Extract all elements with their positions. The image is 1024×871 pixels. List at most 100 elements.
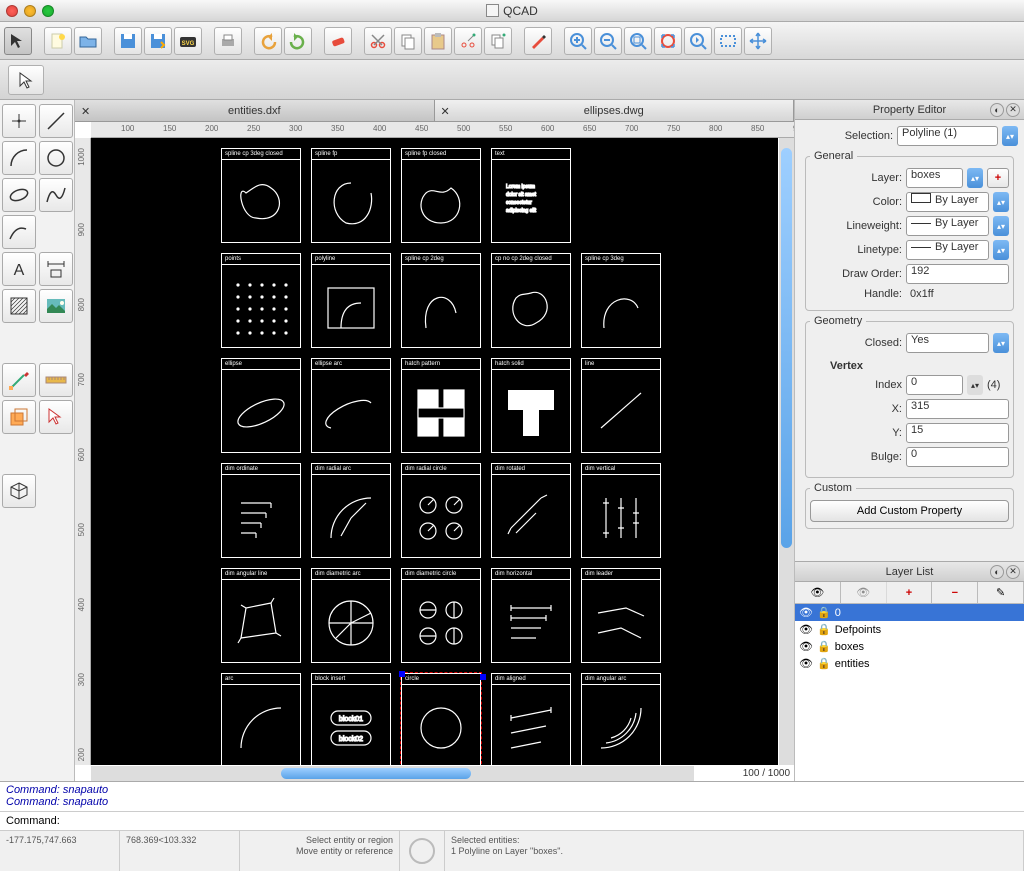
copy-ref-button[interactable] (484, 27, 512, 55)
add-layer-button[interactable]: + (987, 168, 1009, 188)
show-all-layers-button[interactable]: 👁 (795, 582, 841, 603)
draft-mode-button[interactable] (524, 27, 552, 55)
print-button[interactable] (214, 27, 242, 55)
lock-icon[interactable]: 🔒 (817, 640, 831, 653)
color-dropdown[interactable]: By Layer (906, 192, 989, 212)
dimension-tool[interactable] (39, 252, 73, 286)
horizontal-scrollbar[interactable] (91, 766, 694, 781)
export-svg-button[interactable]: SVG (174, 27, 202, 55)
entity-ellipse[interactable]: ellipse (221, 358, 301, 453)
lock-icon[interactable]: 🔒 (817, 606, 831, 619)
layer-row[interactable]: 👁🔒Defpoints (795, 621, 1024, 638)
panel-detach-icon[interactable]: ◐ (990, 103, 1004, 117)
cut-button[interactable] (364, 27, 392, 55)
entity-line[interactable]: line (581, 358, 661, 453)
modify-tool[interactable] (2, 363, 36, 397)
hatch-tool[interactable] (2, 289, 36, 323)
entity-dim-ordinate[interactable]: dim ordinate (221, 463, 301, 558)
save-as-button[interactable] (144, 27, 172, 55)
undo-button[interactable] (254, 27, 282, 55)
entity-points[interactable]: points (221, 253, 301, 348)
entity-dim-radial-circle[interactable]: dim radial circle (401, 463, 481, 558)
selection-dropdown[interactable]: Polyline (1) (897, 126, 998, 146)
select-tool[interactable] (39, 400, 73, 434)
entity-block-insert[interactable]: block insertblock01block02 (311, 673, 391, 765)
vertical-scrollbar[interactable] (779, 138, 794, 765)
bulge-field[interactable]: 0 (906, 447, 1009, 467)
line-tool[interactable] (39, 104, 73, 138)
spline-tool[interactable] (39, 178, 73, 212)
lock-icon[interactable]: 🔒 (817, 657, 831, 670)
tab-entities[interactable]: ✕ entities.dxf (75, 100, 435, 121)
y-field[interactable]: 15 (906, 423, 1009, 443)
entity-dim-horizontal[interactable]: dim horizontal (491, 568, 571, 663)
entity-dim-angular-line[interactable]: dim angular line (221, 568, 301, 663)
edit-layer-button[interactable]: ✎ (978, 582, 1024, 603)
entity-ellipse-arc[interactable]: ellipse arc (311, 358, 391, 453)
open-file-button[interactable] (74, 27, 102, 55)
entity-text[interactable]: textLorem ipsumdolor sit ametconsectetur… (491, 148, 571, 243)
entity-cp-no-cp-2deg-closed[interactable]: cp no cp 2deg closed (491, 253, 571, 348)
eye-icon[interactable]: 👁 (799, 657, 813, 670)
entity-spline-cp-3deg-closed[interactable]: spline cp 3deg closed (221, 148, 301, 243)
entity-polyline[interactable]: polyline (311, 253, 391, 348)
entity-dim-angular-arc[interactable]: dim angular arc (581, 673, 661, 765)
measure-tool[interactable] (39, 363, 73, 397)
zoom-window-button[interactable] (714, 27, 742, 55)
add-layer-button[interactable]: + (887, 582, 933, 603)
layer-row[interactable]: 👁🔒0 (795, 604, 1024, 621)
entity-arc[interactable]: arc (221, 673, 301, 765)
dropdown-arrows-icon[interactable]: ▴▾ (1002, 126, 1018, 146)
panel-close-icon[interactable]: ✕ (1006, 565, 1020, 579)
entity-spline-cp-2deg[interactable]: spline cp 2deg (401, 253, 481, 348)
reset-tool-button[interactable] (4, 27, 32, 55)
entity-dim-aligned[interactable]: dim aligned (491, 673, 571, 765)
entity-spline-fp[interactable]: spline fp (311, 148, 391, 243)
lineweight-dropdown[interactable]: By Layer (906, 216, 989, 236)
command-input[interactable]: Command: (0, 812, 1024, 831)
zoom-auto-button[interactable] (624, 27, 652, 55)
entity-hatch-pattern[interactable]: hatch pattern (401, 358, 481, 453)
eye-icon[interactable]: 👁 (799, 640, 813, 653)
eye-icon[interactable]: 👁 (799, 623, 813, 636)
lock-icon[interactable]: 🔒 (817, 623, 831, 636)
copy-button[interactable] (394, 27, 422, 55)
remove-layer-button[interactable]: − (932, 582, 978, 603)
zoom-in-button[interactable] (564, 27, 592, 55)
entity-circle[interactable]: circle (401, 673, 481, 765)
pan-button[interactable] (744, 27, 772, 55)
text-tool[interactable]: A (2, 252, 36, 286)
layer-row[interactable]: 👁🔒entities (795, 655, 1024, 672)
zoom-selection-button[interactable] (654, 27, 682, 55)
entity-dim-diametric-arc[interactable]: dim diametric arc (311, 568, 391, 663)
point-tool[interactable] (2, 104, 36, 138)
image-tool[interactable] (39, 289, 73, 323)
eye-icon[interactable]: 👁 (799, 606, 813, 619)
save-button[interactable] (114, 27, 142, 55)
closed-dropdown[interactable]: Yes (906, 333, 989, 353)
index-field[interactable]: 0 (906, 375, 963, 395)
layer-dropdown[interactable]: boxes (906, 168, 963, 188)
entity-dim-rotated[interactable]: dim rotated (491, 463, 571, 558)
draworder-field[interactable]: 192 (906, 264, 1009, 284)
entity-dim-diametric-circle[interactable]: dim diametric circle (401, 568, 481, 663)
polyline-tool[interactable] (2, 215, 36, 249)
cursor-tool-button[interactable] (8, 65, 44, 95)
panel-close-icon[interactable]: ✕ (1006, 103, 1020, 117)
close-icon[interactable]: ✕ (81, 105, 93, 117)
circle-tool[interactable] (39, 141, 73, 175)
entity-dim-radial-arc[interactable]: dim radial arc (311, 463, 391, 558)
tab-ellipses[interactable]: ✕ ellipses.dwg (435, 100, 795, 121)
erase-button[interactable] (324, 27, 352, 55)
layer-row[interactable]: 👁🔒boxes (795, 638, 1024, 655)
x-field[interactable]: 315 (906, 399, 1009, 419)
entity-spline-cp-3deg[interactable]: spline cp 3deg (581, 253, 661, 348)
isometric-tool[interactable] (2, 474, 36, 508)
index-stepper[interactable]: ▴▾ (967, 375, 983, 395)
add-custom-property-button[interactable]: Add Custom Property (810, 500, 1009, 522)
arc-tool[interactable] (2, 141, 36, 175)
entity-hatch-solid[interactable]: hatch solid (491, 358, 571, 453)
ellipse-tool[interactable] (2, 178, 36, 212)
canvas[interactable]: spline cp 3deg closedspline fpspline fp … (91, 138, 778, 765)
block-tool[interactable] (2, 400, 36, 434)
